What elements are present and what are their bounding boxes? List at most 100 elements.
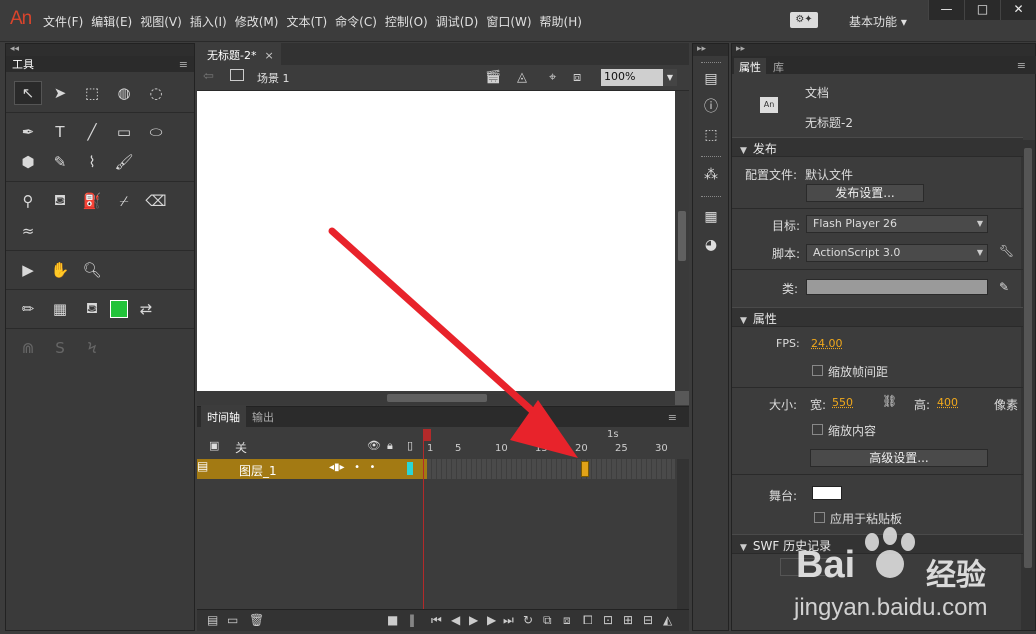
delete-layer-icon[interactable]: 🗑︎	[249, 613, 264, 627]
color-panel-icon[interactable]: ⁂	[702, 166, 720, 184]
ink-bottle-tool-icon[interactable]: ⛽	[78, 189, 106, 213]
panel-menu-icon[interactable]: ≡	[1012, 58, 1031, 73]
pencil-icon[interactable]: ✎	[999, 280, 1009, 294]
scrollbar-thumb[interactable]	[678, 211, 686, 261]
edit-multiple-frames-icon[interactable]: ⧠	[583, 613, 593, 628]
polystar-tool-icon[interactable]: ⬢	[14, 150, 42, 174]
text-tool-icon[interactable]: T	[46, 120, 74, 144]
loop-icon[interactable]: ↻	[523, 613, 533, 627]
publish-section-header[interactable]: ▼ 发布	[732, 137, 1023, 157]
play-icon[interactable]: ▶	[469, 613, 478, 627]
minimize-button[interactable]: —	[928, 0, 964, 20]
frame-strip[interactable]	[427, 459, 675, 479]
center-frame-icon[interactable]: ⊞	[623, 613, 633, 627]
panel-menu-icon[interactable]: ≡	[179, 58, 188, 71]
selection-tool-icon[interactable]: ↖	[14, 81, 42, 105]
fit-frames-icon[interactable]: ⊟	[643, 613, 653, 627]
oval-tool-icon[interactable]: ⬭	[142, 120, 170, 144]
fill-color-icon[interactable]: ⛾	[78, 297, 106, 321]
menu-view[interactable]: 视图(V)	[140, 13, 182, 30]
camera-icon[interactable]: ■	[387, 613, 398, 627]
playhead-handle[interactable]	[423, 429, 431, 441]
frame-ruler[interactable]: 1s 1 5 10 15 20 25 30	[427, 429, 677, 459]
clip-content-icon[interactable]: ⧈	[573, 70, 581, 85]
tab-properties[interactable]: 属性	[734, 58, 766, 76]
attributes-section-header[interactable]: ▼ 属性	[732, 307, 1023, 327]
lasso-tool-icon[interactable]: ◌	[142, 81, 170, 105]
stage-color-swatch[interactable]	[812, 486, 842, 500]
timeline-vertical-scrollbar[interactable]	[677, 459, 689, 609]
modify-markers-icon[interactable]: ⊡	[603, 613, 613, 627]
panel-menu-icon[interactable]: ≡	[662, 408, 683, 427]
center-stage-icon[interactable]: ⌖	[549, 70, 556, 85]
lock-icon[interactable]: 🔒︎	[387, 439, 393, 453]
align-panel-icon[interactable]: ▤	[702, 70, 720, 88]
menu-edit[interactable]: 编辑(E)	[91, 13, 132, 30]
scene-label[interactable]: 场景 1	[257, 70, 290, 86]
last-frame-icon[interactable]: ⏭	[503, 613, 514, 628]
hand-tool-icon[interactable]: ✋	[46, 258, 74, 282]
height-value[interactable]: 400	[937, 396, 958, 409]
menu-help[interactable]: 帮助(H)	[540, 13, 582, 30]
playhead[interactable]	[423, 429, 431, 609]
menu-window[interactable]: 窗口(W)	[486, 13, 531, 30]
close-tab-icon[interactable]: ×	[264, 49, 273, 62]
eyedropper-tool-icon[interactable]: ⌿	[110, 189, 138, 213]
menu-text[interactable]: 文本(T)	[286, 13, 327, 30]
brush-tool-icon[interactable]: 🖌	[110, 150, 138, 174]
outline-icon[interactable]: ▯	[407, 439, 413, 452]
maximize-button[interactable]: □	[964, 0, 1000, 20]
3d-rotation-tool-icon[interactable]: ◍	[110, 81, 138, 105]
edit-scene-icon[interactable]: 🎬︎	[485, 70, 502, 85]
subselection-tool-icon[interactable]: ➤	[46, 81, 74, 105]
first-frame-icon[interactable]: ⏮	[431, 613, 442, 628]
scale-content-checkbox[interactable]	[812, 424, 823, 435]
scrollbar-thumb[interactable]	[1024, 148, 1032, 568]
script-select[interactable]: ActionScript 3.0 ▼	[806, 244, 988, 262]
scrollbar-thumb[interactable]	[387, 394, 487, 402]
menu-debug[interactable]: 调试(D)	[436, 13, 479, 30]
stroke-color-icon[interactable]: ✏	[14, 297, 42, 321]
line-tool-icon[interactable]: ╱	[78, 120, 106, 144]
paint-bucket-tool-icon[interactable]: ⛾	[46, 189, 74, 213]
free-transform-tool-icon[interactable]: ⬚	[78, 81, 106, 105]
fill-color-swatch[interactable]	[110, 300, 128, 318]
eye-icon[interactable]: 👁︎	[367, 439, 381, 452]
collapse-arrows-icon[interactable]: ▸▸	[732, 44, 1035, 56]
smooth-icon[interactable]: S	[46, 336, 74, 360]
swap-colors-icon[interactable]: ⇄	[132, 297, 160, 321]
link-dimensions-icon[interactable]: ⛓	[882, 394, 897, 408]
menu-control[interactable]: 控制(O)	[385, 13, 428, 30]
step-back-icon[interactable]: ◀	[451, 613, 460, 627]
stage-horizontal-scrollbar[interactable]	[197, 391, 675, 405]
info-panel-icon[interactable]: ⓘ	[702, 98, 720, 116]
layer-controls[interactable]: ◂▮▸ • •	[329, 462, 375, 473]
stage-vertical-scrollbar[interactable]	[675, 91, 689, 391]
collapse-arrows-icon[interactable]: ◂◂	[6, 44, 194, 56]
layer-row[interactable]: ▤ 图层_1 ◂▮▸ • •	[197, 459, 427, 479]
close-button[interactable]: ✕	[1000, 0, 1036, 20]
target-select[interactable]: Flash Player 26 ▼	[806, 215, 988, 233]
pencil-tool-icon[interactable]: ✎	[46, 150, 74, 174]
menu-file[interactable]: 文件(F)	[43, 13, 83, 30]
fps-value[interactable]: 24.00	[811, 337, 843, 350]
layer-color-marker[interactable]	[407, 462, 413, 475]
tab-timeline[interactable]: 时间轴	[201, 406, 246, 428]
eraser-tool-icon[interactable]: ⌫	[142, 189, 170, 213]
frame-size-icon[interactable]: ◭	[663, 613, 672, 627]
new-layer-icon[interactable]: ▤	[207, 613, 218, 627]
class-input[interactable]	[806, 279, 988, 295]
bone-tool-icon[interactable]: ⚲	[14, 189, 42, 213]
tab-library[interactable]: 库	[768, 58, 789, 76]
snap-to-objects-icon[interactable]: ⋒	[14, 336, 42, 360]
grid-icon[interactable]: ▦	[46, 297, 74, 321]
advanced-settings-button[interactable]: 高级设置...	[810, 449, 988, 467]
menu-commands[interactable]: 命令(C)	[335, 13, 377, 30]
onion-outline-icon[interactable]: ⧈	[563, 613, 571, 628]
straighten-icon[interactable]: Ϟ	[78, 336, 106, 360]
onion-skin-icon[interactable]: ⧉	[543, 613, 552, 628]
dock-grip[interactable]	[701, 62, 721, 64]
publish-settings-button[interactable]: 发布设置...	[806, 184, 924, 202]
zoom-select[interactable]: 100% ▼	[601, 69, 677, 86]
pen-tool-icon[interactable]: ✒	[14, 120, 42, 144]
